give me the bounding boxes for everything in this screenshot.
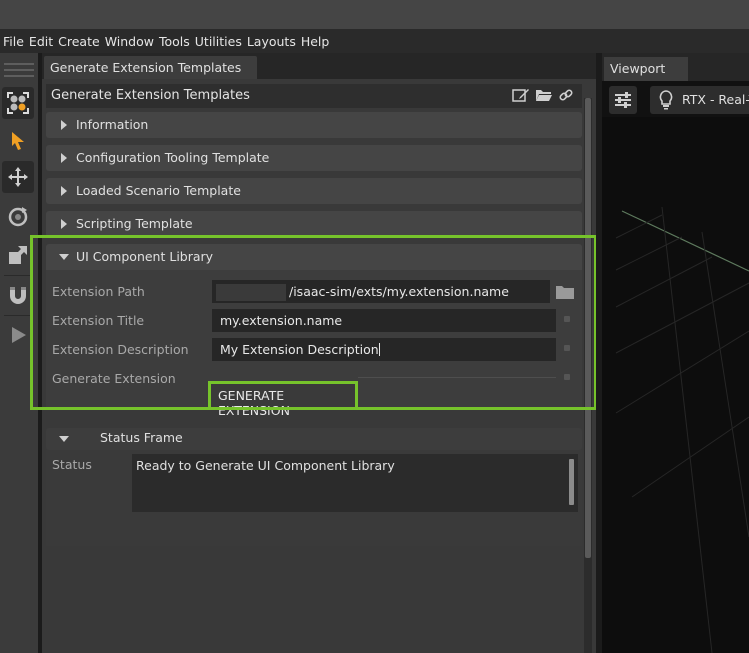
- extension-title-field[interactable]: my.extension.name: [212, 309, 556, 332]
- link-icon[interactable]: [558, 87, 574, 107]
- renderer-label: RTX - Real-T: [682, 92, 749, 107]
- section-label: Status Frame: [100, 430, 183, 445]
- section-information[interactable]: Information: [46, 112, 582, 138]
- extension-description-value: My Extension Description: [220, 342, 379, 357]
- extension-title-label: Extension Title: [52, 313, 145, 328]
- extension-path-label: Extension Path: [52, 284, 145, 299]
- panel-tab-bar: Generate Extension Templates: [42, 53, 596, 79]
- extension-path-value: /isaac-sim/exts/my.extension.name: [289, 284, 509, 299]
- reset-dot-icon[interactable]: [564, 345, 570, 351]
- extension-description-label: Extension Description: [52, 342, 189, 357]
- redacted-path-prefix: [216, 284, 286, 301]
- panel-scrollbar[interactable]: [584, 98, 592, 653]
- panel-scrollbar-thumb[interactable]: [585, 98, 591, 558]
- menu-layouts[interactable]: Layouts: [247, 34, 296, 49]
- edit-icon[interactable]: [512, 87, 530, 107]
- scale-icon[interactable]: [2, 239, 34, 271]
- menu-utilities[interactable]: Utilities: [195, 34, 242, 49]
- generate-extension-label: Generate Extension: [52, 371, 176, 386]
- select-icon[interactable]: [2, 125, 34, 157]
- toolbar-grip[interactable]: [4, 63, 34, 85]
- divider: [358, 377, 556, 378]
- text-cursor: [378, 343, 380, 356]
- play-icon[interactable]: [2, 319, 34, 351]
- viewport-scene[interactable]: [602, 117, 749, 653]
- renderer-selector[interactable]: RTX - Real-T: [650, 86, 749, 114]
- toolbar-divider: [4, 275, 32, 276]
- collapsed-arrow-icon: [61, 120, 67, 130]
- snap-magnet-icon[interactable]: [2, 279, 34, 311]
- section-label: UI Component Library: [76, 249, 214, 264]
- folder-open-icon[interactable]: [535, 87, 553, 107]
- section-status-frame[interactable]: Status Frame: [46, 428, 582, 450]
- left-toolbar: [0, 53, 38, 653]
- panel-header-title: Generate Extension Templates: [51, 88, 250, 103]
- menu-edit[interactable]: Edit: [29, 34, 53, 49]
- settings-sliders-icon[interactable]: [609, 86, 637, 114]
- menu-help[interactable]: Help: [301, 34, 330, 49]
- menu-create[interactable]: Create: [58, 34, 100, 49]
- extension-path-field[interactable]: /isaac-sim/exts/my.extension.name: [212, 280, 550, 303]
- tab-generate-extension-templates[interactable]: Generate Extension Templates: [44, 56, 257, 79]
- generate-extension-button[interactable]: GENERATE EXTENSION: [208, 381, 358, 418]
- status-text-area[interactable]: Ready to Generate UI Component Library: [132, 454, 578, 512]
- section-configuration-tooling-template[interactable]: Configuration Tooling Template: [46, 145, 582, 171]
- section-ui-component-library[interactable]: UI Component Library: [46, 244, 582, 270]
- status-text: Ready to Generate UI Component Library: [136, 458, 395, 473]
- status-scrollbar[interactable]: [569, 459, 574, 505]
- move-icon[interactable]: [2, 161, 34, 193]
- ui-component-body: Extension Path /isaac-sim/exts/my.extens…: [46, 270, 582, 418]
- menu-window[interactable]: Window: [105, 34, 154, 49]
- menu-tools[interactable]: Tools: [159, 34, 190, 49]
- panel-content: Generate Extension Templates Information: [42, 79, 596, 653]
- reset-dot-icon[interactable]: [564, 374, 570, 380]
- section-label: Scripting Template: [76, 216, 193, 231]
- extension-description-field[interactable]: My Extension Description: [212, 338, 556, 361]
- rotate-icon[interactable]: [2, 201, 34, 233]
- lightbulb-icon: [658, 90, 674, 113]
- reset-dot-icon[interactable]: [564, 316, 570, 322]
- section-label: Configuration Tooling Template: [76, 150, 270, 165]
- expanded-arrow-icon: [59, 254, 69, 260]
- viewport-tab-bar: Viewport: [602, 53, 749, 81]
- app-window: File Edit Create Window Tools Utilities …: [0, 0, 749, 653]
- collapsed-arrow-icon: [61, 153, 67, 163]
- panel-header: Generate Extension Templates: [46, 84, 582, 108]
- menu-bar: File Edit Create Window Tools Utilities …: [0, 29, 749, 53]
- section-loaded-scenario-template[interactable]: Loaded Scenario Template: [46, 178, 582, 204]
- select-mode-icon[interactable]: [2, 87, 34, 119]
- section-scripting-template[interactable]: Scripting Template: [46, 211, 582, 237]
- tab-viewport[interactable]: Viewport: [604, 57, 688, 81]
- section-label: Loaded Scenario Template: [76, 183, 241, 198]
- status-frame-body: Status Ready to Generate UI Component Li…: [46, 450, 582, 546]
- extension-templates-panel: Generate Extension Templates Generate Ex…: [42, 53, 596, 653]
- collapsed-arrow-icon: [61, 219, 67, 229]
- menu-file[interactable]: File: [3, 34, 24, 49]
- folder-icon[interactable]: [555, 284, 575, 303]
- status-label: Status: [52, 457, 92, 472]
- section-label: Information: [76, 117, 149, 132]
- expanded-arrow-icon: [59, 436, 69, 442]
- toolbar-divider: [4, 315, 32, 316]
- viewport-toolbar: RTX - Real-T: [602, 81, 749, 117]
- viewport-panel: Viewport RTX - Real-T: [602, 53, 749, 653]
- title-bar: [0, 0, 749, 29]
- collapsed-arrow-icon: [61, 186, 67, 196]
